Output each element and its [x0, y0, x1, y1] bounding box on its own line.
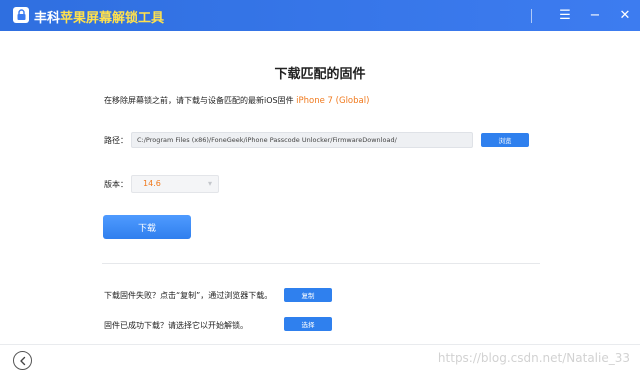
watermark-text: https://blog.csdn.net/Natalie_33 [437, 351, 630, 365]
window-controls: ☰ − ✕ [531, 0, 640, 31]
minimize-icon[interactable]: − [580, 0, 610, 31]
intro-text: 在移除屏幕锁之前，请下载与设备匹配的最新iOS固件 iPhone 7 (Glob… [104, 95, 369, 106]
title-bar: 丰科苹果屏幕解锁工具 ☰ − ✕ [0, 0, 640, 31]
close-icon[interactable]: ✕ [610, 0, 640, 31]
download-button[interactable]: 下载 [103, 215, 191, 239]
downloaded-text: 固件已成功下载？请选择它以开始解锁。 [104, 321, 248, 330]
intro-message: 在移除屏幕锁之前，请下载与设备匹配的最新iOS固件 [104, 96, 294, 105]
download-failed-text: 下载固件失败？点击“复制”，通过浏览器下载。 [104, 291, 273, 300]
version-value: 14.6 [143, 179, 161, 188]
browse-button[interactable]: 浏览 [481, 133, 529, 147]
app-title-accent: 苹果屏幕解锁工具 [60, 11, 165, 26]
app-title: 丰科苹果屏幕解锁工具 [34, 7, 164, 26]
copy-button[interactable]: 复制 [284, 288, 332, 302]
back-button[interactable] [13, 351, 32, 370]
version-label: 版本： [104, 180, 128, 189]
bottom-bar: https://blog.csdn.net/Natalie_33 [0, 344, 640, 375]
chevron-left-icon [19, 356, 25, 365]
window-control-separator [531, 8, 532, 23]
lock-icon [13, 7, 29, 23]
firmware-download-panel: 下载匹配的固件 在移除屏幕锁之前，请下载与设备匹配的最新iOS固件 iPhone… [0, 31, 640, 375]
page-title: 下载匹配的固件 [274, 67, 366, 82]
section-divider [102, 263, 540, 264]
menu-icon[interactable]: ☰ [550, 0, 580, 31]
version-select[interactable]: 14.6 ▾ [131, 175, 219, 193]
chevron-down-icon: ▾ [207, 179, 212, 188]
path-field[interactable]: C:/Program Files (x86)/FoneGeek/iPhone P… [131, 132, 473, 148]
device-model: iPhone 7 (Global) [296, 96, 370, 106]
app-title-prefix: 丰科 [34, 11, 61, 26]
path-label: 路径： [104, 136, 128, 145]
select-button[interactable]: 选择 [284, 317, 332, 331]
